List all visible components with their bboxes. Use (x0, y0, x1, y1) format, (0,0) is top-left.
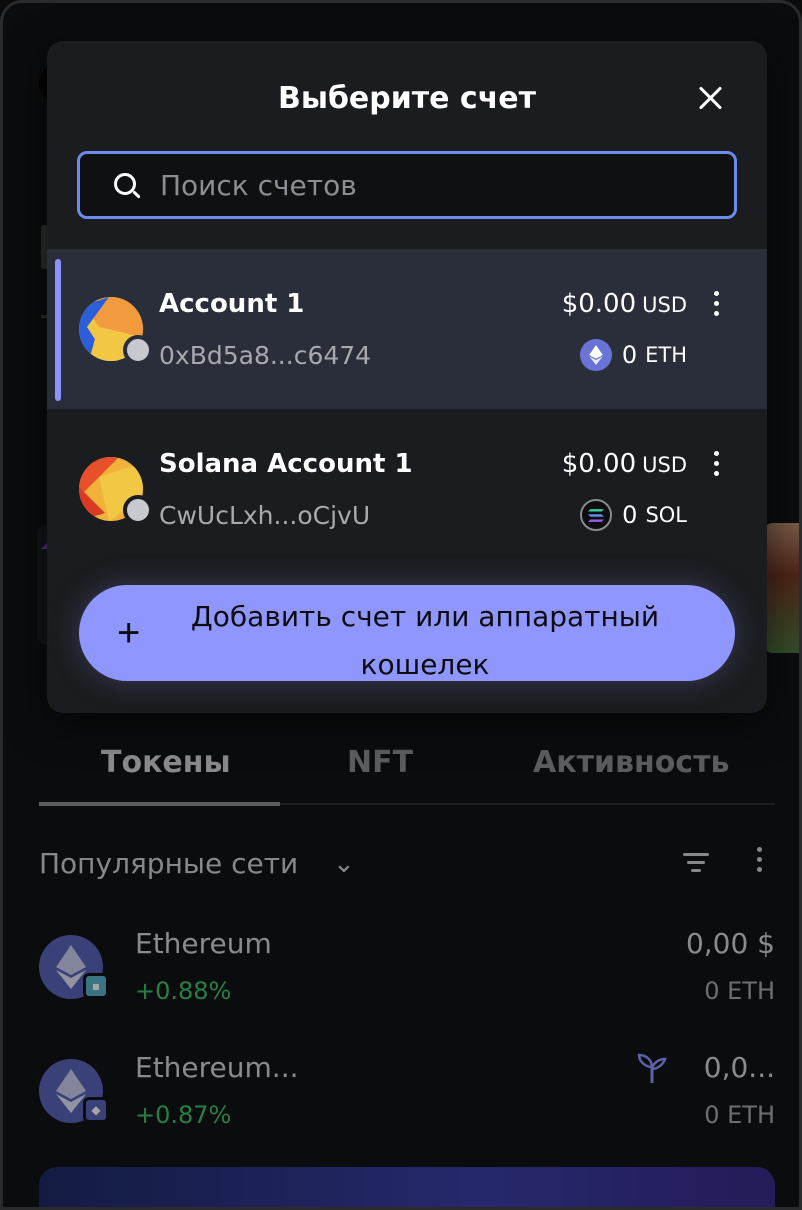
account-address: 0xBd5a8...c6474 (159, 341, 372, 370)
account-options-icon[interactable] (711, 451, 721, 485)
search-input[interactable] (160, 162, 720, 208)
account-crypto-balance: 0 ETH (579, 339, 687, 371)
plus-icon: + (117, 611, 141, 655)
account-name: Account 1 (159, 289, 305, 319)
search-icon (114, 173, 142, 201)
account-selector-modal: Выберите счет Account 1 0xBd5a8...c6474 (47, 41, 767, 713)
account-name: Solana Account 1 (159, 449, 413, 479)
selected-indicator (55, 259, 61, 401)
account-item-solana-account-1[interactable]: Solana Account 1 CwUcLxh...oCjvU $0.00 US… (47, 409, 767, 569)
add-account-button[interactable]: + Добавить счет или аппаратный кошелек (79, 585, 735, 681)
close-icon[interactable] (693, 81, 729, 117)
account-item-account-1[interactable]: Account 1 0xBd5a8...c6474 $0.00 USD 0 ETH (47, 249, 767, 409)
solana-icon (580, 499, 613, 531)
ethereum-icon (579, 339, 612, 371)
app-window: Токены NFT Активность Популярные сети ⌄ … (0, 0, 802, 1210)
modal-title: Выберите счет (277, 81, 537, 116)
account-address: CwUcLxh...oCjvU (159, 501, 371, 530)
search-box (77, 151, 737, 219)
account-type-badge-icon (123, 335, 153, 365)
account-balance: $0.00 USD (561, 289, 687, 319)
account-options-icon[interactable] (711, 291, 721, 325)
account-crypto-balance: 0 SOL (580, 499, 687, 531)
account-balance: $0.00 USD (561, 449, 687, 479)
account-type-badge-icon (123, 495, 153, 525)
add-account-label: Добавить счет или аппаратный кошелек (190, 600, 660, 681)
